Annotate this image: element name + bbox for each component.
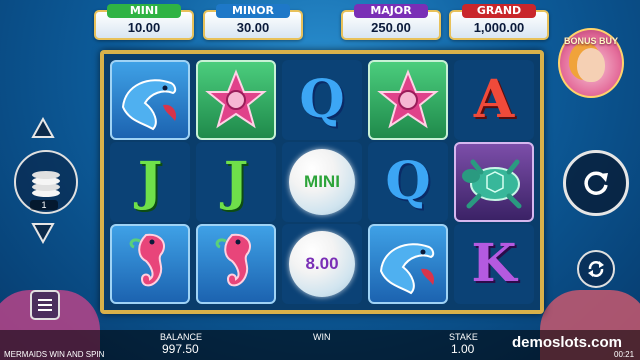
stake-value: 1.00	[451, 342, 475, 356]
mermaid-portrait-icon	[577, 48, 605, 82]
jackpot-major-title: MAJOR	[354, 4, 428, 18]
spin-button[interactable]	[563, 150, 629, 216]
symbol-letter-q: Q	[299, 69, 345, 130]
turtle-icon	[462, 159, 522, 209]
symbol-letter-j: J	[223, 151, 249, 212]
hamburger-menu-icon	[38, 299, 52, 311]
symbol-q: Q	[368, 142, 448, 222]
balance-label: BALANCE	[160, 332, 203, 342]
clock: 00:21	[614, 350, 635, 359]
symbol-letter-k: K	[471, 233, 517, 294]
symbol-starfish	[368, 60, 448, 140]
symbol-k: K	[454, 224, 534, 304]
symbol-turtle	[454, 142, 534, 222]
bottom-status-bar: BALANCE 997.50 WIN STAKE 1.00 MERMAIDS W…	[0, 330, 640, 360]
symbol-letter-a: A	[473, 69, 515, 130]
bonus-buy-button[interactable]: BONUS BUY	[558, 28, 624, 98]
symbol-starfish	[196, 60, 276, 140]
triangle-up-icon	[31, 117, 55, 138]
starfish-icon	[205, 69, 267, 129]
seahorse-icon	[215, 233, 251, 287]
seahorse-icon	[129, 233, 165, 287]
pearl-value-label: 8.00	[305, 254, 339, 273]
symbol-a: A	[454, 60, 534, 140]
symbol-letter-q: Q	[385, 151, 431, 212]
symbol-dolphin	[110, 60, 190, 140]
dolphin-icon	[379, 243, 435, 295]
bet-down-button[interactable]	[30, 220, 56, 246]
menu-button[interactable]	[30, 290, 60, 320]
pearl-icon: 8.00	[289, 231, 355, 297]
spin-arrow-icon	[584, 171, 608, 195]
bet-up-button[interactable]	[30, 115, 56, 141]
jackpot-grand-value: 1,000.00	[473, 20, 525, 35]
symbol-j: J	[196, 142, 276, 222]
symbol-value-pearl: 8.00	[282, 224, 362, 304]
jackpot-mini-value: 10.00	[127, 20, 161, 35]
symbol-seahorse	[110, 224, 190, 304]
jackpot-minor-title: MINOR	[216, 4, 290, 18]
jackpot-grand-title: GRAND	[462, 4, 536, 18]
symbol-j: J	[110, 142, 190, 222]
symbol-mini-pearl: MINI	[282, 142, 362, 222]
symbol-letter-j: J	[137, 151, 163, 212]
jackpot-minor: MINOR 30.00	[203, 4, 303, 40]
balance-value: 997.50	[162, 342, 199, 356]
jackpot-mini: MINI 10.00	[94, 4, 194, 40]
watermark-text: demoslots.com	[512, 334, 623, 351]
game-title: MERMAIDS WIN AND SPIN	[4, 350, 105, 359]
autoplay-button[interactable]	[577, 250, 615, 288]
pearl-mini-label: MINI	[304, 172, 340, 191]
jackpot-mini-title: MINI	[107, 4, 181, 18]
stake-label: STAKE	[449, 332, 478, 342]
bet-level-value: 1	[30, 200, 58, 210]
reel-grid: J J Q MINI 8.00 Q A K	[100, 50, 544, 314]
jackpot-major-value: 250.00	[371, 20, 411, 35]
triangle-down-icon	[31, 223, 55, 244]
win-label: WIN	[313, 332, 331, 342]
jackpot-minor-value: 30.00	[236, 20, 270, 35]
jackpot-major: MAJOR 250.00	[341, 4, 441, 40]
jackpot-grand: GRAND 1,000.00	[449, 4, 549, 40]
autoplay-arrows-icon	[588, 261, 604, 277]
starfish-icon	[377, 69, 439, 129]
symbol-seahorse	[196, 224, 276, 304]
pearl-icon: MINI	[289, 149, 355, 215]
dolphin-icon	[121, 79, 177, 131]
bonus-buy-label: BONUS BUY	[563, 36, 618, 46]
coins-stack-icon	[32, 171, 60, 197]
symbol-dolphin	[368, 224, 448, 304]
symbol-q: Q	[282, 60, 362, 140]
